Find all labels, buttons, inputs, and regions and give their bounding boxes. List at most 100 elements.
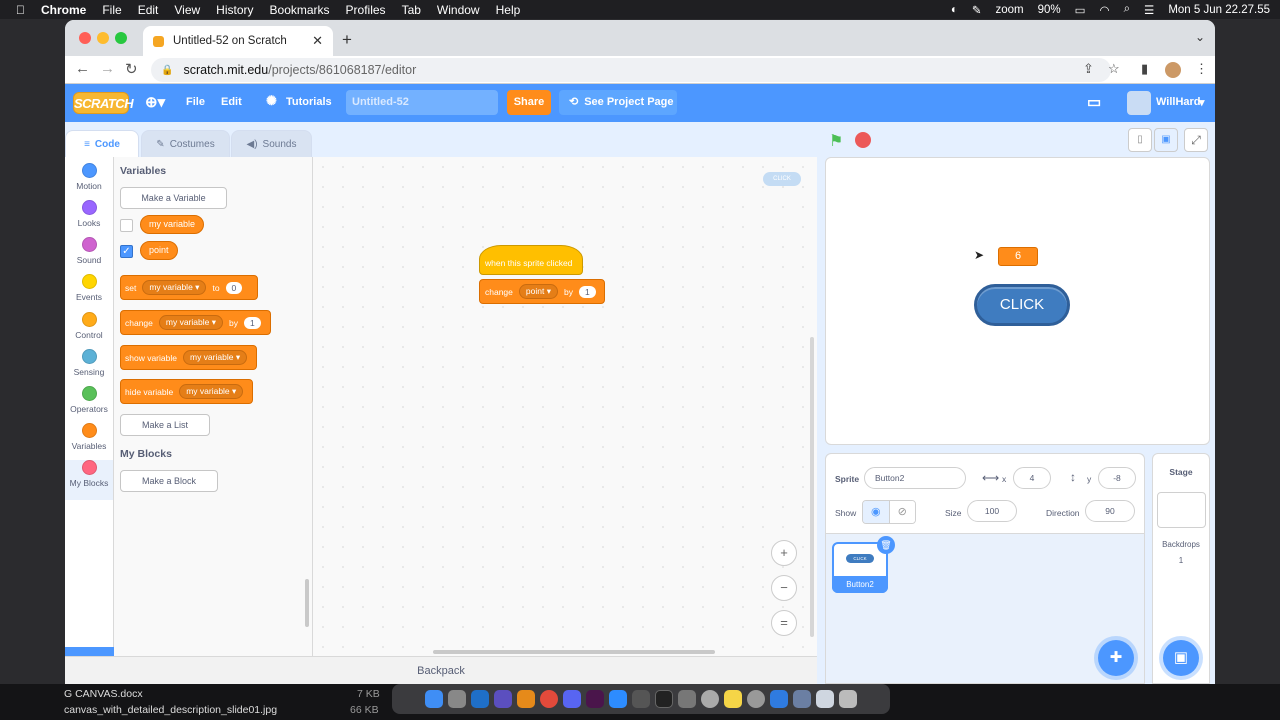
share-button[interactable]: Share <box>507 90 551 115</box>
downloads-folder-icon[interactable] <box>816 690 834 708</box>
hide-variable-block[interactable]: hide variable my variable ▾ <box>120 379 253 404</box>
sprite-name-input[interactable]: Button2 <box>864 467 966 489</box>
menu-file[interactable]: File <box>102 3 121 17</box>
zoom-app-icon[interactable] <box>609 690 627 708</box>
stage-thumbnail[interactable] <box>1157 492 1206 528</box>
file-name[interactable]: G CANVAS.docx <box>64 688 143 700</box>
search-icon[interactable]: ⌕ <box>1124 3 1130 16</box>
backpack-bar[interactable]: Backpack <box>65 656 817 684</box>
zoom-status[interactable]: zoom <box>995 4 1023 16</box>
system-settings-app-icon[interactable] <box>678 690 696 708</box>
menu-tab[interactable]: Tab <box>402 3 421 17</box>
more-menu-icon[interactable]: ⋮ <box>1195 61 1208 77</box>
profile-avatar[interactable] <box>1165 62 1181 78</box>
category-motion[interactable]: Motion <box>65 163 113 191</box>
zoom-reset-button[interactable]: = <box>771 610 797 636</box>
category-operators[interactable]: Operators <box>65 386 113 414</box>
choose-sprite-button[interactable]: ✚ <box>1098 640 1134 676</box>
category-events[interactable]: Events <box>65 274 113 302</box>
code-workspace[interactable]: CLICK when this sprite clicked change po… <box>313 157 817 656</box>
project-title-input[interactable]: Untitled-52 <box>346 90 498 115</box>
stop-icon[interactable] <box>855 132 871 148</box>
size-input[interactable]: 100 <box>967 500 1017 522</box>
language-globe-icon[interactable]: ⊕▾ <box>145 93 165 111</box>
tab-search-chevron-icon[interactable]: ⌄ <box>1195 30 1205 44</box>
make-list-button[interactable]: Make a List <box>120 414 210 436</box>
category-sound[interactable]: Sound <box>65 237 113 265</box>
menu-window[interactable]: Window <box>437 3 480 17</box>
file-name[interactable]: canvas_with_detailed_description_slide01… <box>64 704 277 716</box>
tab-costumes[interactable]: ✎ Costumes <box>141 130 230 157</box>
palette-scrollbar[interactable] <box>305 579 309 627</box>
tutorials-button[interactable]: Tutorials <box>286 96 332 108</box>
click-sprite-button[interactable]: CLICK <box>974 284 1070 326</box>
choose-backdrop-button[interactable]: ▣ <box>1163 640 1199 676</box>
control-center-icon[interactable]: ☰ <box>1144 3 1154 17</box>
block-var-dropdown[interactable]: my variable ▾ <box>142 280 207 295</box>
reload-icon[interactable]: ↻ <box>125 60 138 78</box>
menu-history[interactable]: History <box>216 3 253 17</box>
menu-bookmarks[interactable]: Bookmarks <box>270 3 330 17</box>
zoom-out-button[interactable]: − <box>771 575 797 601</box>
maximize-window-button[interactable] <box>115 32 127 44</box>
apple-icon[interactable]:  <box>16 3 25 17</box>
close-tab-icon[interactable]: ✕ <box>312 33 323 49</box>
scratch-logo[interactable]: SCRATCH <box>73 92 134 114</box>
chrome-app-icon[interactable] <box>540 690 558 708</box>
app-icon[interactable] <box>494 690 512 708</box>
menu-chrome[interactable]: Chrome <box>41 3 86 17</box>
change-variable-block[interactable]: change my variable ▾ by 1 <box>120 310 271 335</box>
make-block-button[interactable]: Make a Block <box>120 470 218 492</box>
lock-icon[interactable]: 🔒 <box>161 65 173 76</box>
see-project-page-button[interactable]: ⟲ See Project Page <box>559 90 677 115</box>
launchpad-app-icon[interactable] <box>448 690 466 708</box>
show-eye-icon[interactable]: ◉ <box>863 501 890 523</box>
x-input[interactable]: 4 <box>1013 467 1051 489</box>
tab-sounds[interactable]: ◀) Sounds <box>231 130 312 157</box>
var2-reporter[interactable]: point <box>140 241 178 260</box>
stage-canvas[interactable]: 6 ➤ CLICK <box>825 157 1210 445</box>
when-sprite-clicked-hat-block[interactable]: when this sprite clicked <box>479 245 583 275</box>
y-input[interactable]: -8 <box>1098 467 1136 489</box>
block-var-dropdown[interactable]: my variable ▾ <box>182 350 248 365</box>
terminal-app-icon[interactable] <box>655 690 673 708</box>
delete-sprite-icon[interactable]: 🗑 <box>877 536 895 554</box>
make-variable-button[interactable]: Make a Variable <box>120 187 227 209</box>
workspace-h-scrollbar[interactable] <box>433 650 715 654</box>
clock[interactable]: Mon 5 Jun 22.27.55 <box>1168 4 1270 16</box>
green-flag-icon[interactable]: ⚑ <box>829 131 843 151</box>
category-control[interactable]: Control <box>65 312 113 340</box>
app-icon[interactable] <box>701 690 719 708</box>
back-icon[interactable]: ← <box>75 60 90 77</box>
share-page-icon[interactable]: ⇪ <box>1083 61 1094 77</box>
var1-reporter[interactable]: my variable <box>140 215 205 234</box>
notes-app-icon[interactable] <box>724 690 742 708</box>
preview-app-icon[interactable] <box>793 690 811 708</box>
battery-icon[interactable]: ▭ <box>1075 3 1086 17</box>
pen-icon[interactable]: ✎ <box>972 3 982 17</box>
calculator-app-icon[interactable] <box>632 690 650 708</box>
app-store-app-icon[interactable] <box>770 690 788 708</box>
large-stage-icon[interactable]: ▣ <box>1154 128 1178 152</box>
forward-icon[interactable]: → <box>100 60 115 77</box>
browser-tab[interactable]: Untitled-52 on Scratch ✕ <box>143 26 333 56</box>
var2-checkbox[interactable]: ✓ <box>120 245 133 258</box>
close-window-button[interactable] <box>79 32 91 44</box>
user-avatar[interactable] <box>1127 91 1151 115</box>
my-stuff-folder-icon[interactable]: ▭ <box>1087 93 1101 111</box>
block-var-dropdown[interactable]: my variable ▾ <box>179 384 244 399</box>
block-value[interactable]: 1 <box>243 316 261 329</box>
side-panel-icon[interactable]: ▮ <box>1141 61 1148 77</box>
finder-app-icon[interactable] <box>425 690 443 708</box>
menu-edit[interactable]: Edit <box>138 3 159 17</box>
lightbulb-icon[interactable]: ✺ <box>266 93 277 109</box>
user-chevron-icon[interactable]: ▾ <box>1199 96 1205 109</box>
user-menu[interactable]: WillHard <box>1156 96 1201 108</box>
file-menu[interactable]: File <box>186 96 205 108</box>
category-variables[interactable]: Variables <box>65 423 113 451</box>
battery-percent[interactable]: 90% <box>1038 4 1061 16</box>
block-value[interactable]: 0 <box>225 281 243 294</box>
tab-code[interactable]: ≡ Code <box>65 130 139 157</box>
vscode-app-icon[interactable] <box>471 690 489 708</box>
set-variable-block[interactable]: set my variable ▾ to 0 <box>120 275 258 300</box>
